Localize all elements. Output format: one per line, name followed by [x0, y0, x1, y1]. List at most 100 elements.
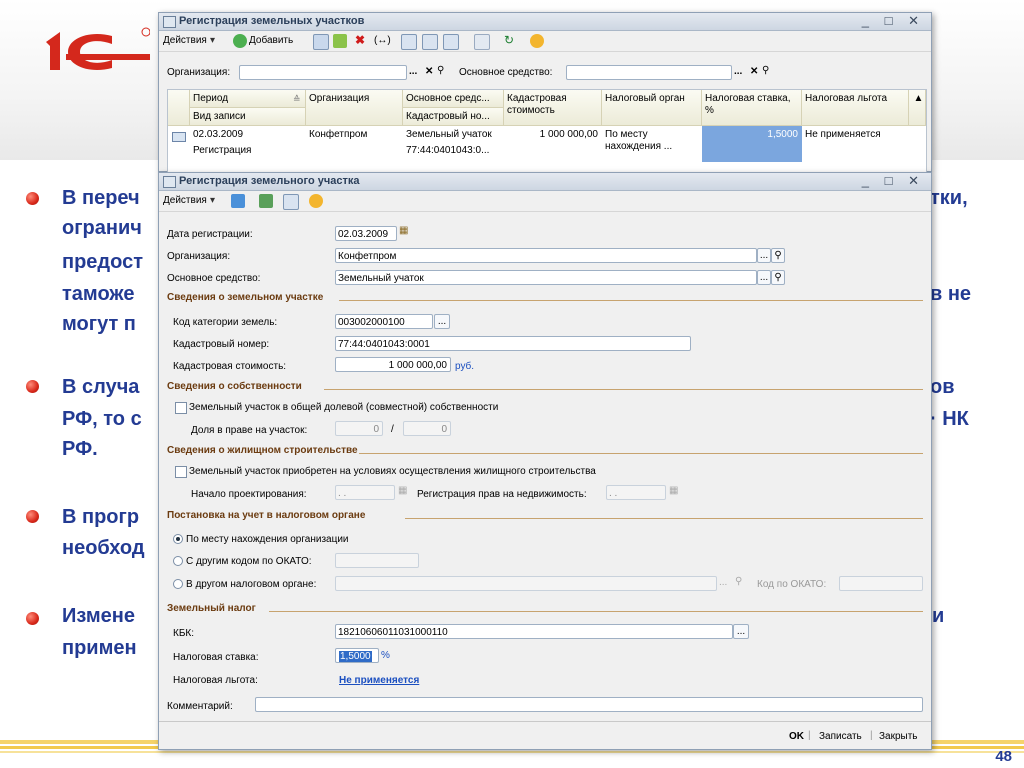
clear-filter-icon[interactable]	[474, 34, 490, 50]
asset-filter-clear-icon[interactable]: ✕	[750, 66, 758, 77]
actions-chevron-icon[interactable]: ▾	[210, 35, 215, 46]
radio-other-okato[interactable]	[173, 556, 183, 566]
col-cadastral-value[interactable]: Кадастровая стоимость	[504, 90, 602, 126]
history-icon[interactable]: (↔)	[374, 35, 391, 46]
col-period[interactable]: Период	[190, 90, 306, 108]
other-authority-search-icon[interactable]: ⚲	[735, 576, 742, 587]
tax-relief-link[interactable]: Не применяется	[339, 675, 419, 686]
col-cadastral-no[interactable]: Кадастровый но...	[403, 108, 504, 126]
cell-period[interactable]: 02.03.2009	[193, 129, 243, 140]
org-input[interactable]: Конфетпром	[335, 248, 757, 263]
cadastral-no-input[interactable]: 77:44:0401043:0001	[335, 336, 691, 351]
cell-asset[interactable]: Земельный учаток	[406, 129, 503, 140]
col-tax-rate[interactable]: Налоговая ставка, %	[702, 90, 802, 126]
add-icon[interactable]	[233, 34, 247, 48]
asset-select-button[interactable]: ...	[757, 270, 771, 285]
copy-icon[interactable]	[313, 34, 329, 50]
add-button[interactable]: Добавить	[249, 35, 293, 46]
filter-list-icon[interactable]	[443, 34, 459, 50]
window-controls[interactable]: _ □ ✕	[862, 13, 925, 29]
comment-input[interactable]	[255, 697, 923, 712]
col-org[interactable]: Организация	[306, 90, 403, 126]
cell-cadastral-no[interactable]: 77:44:0401043:0...	[406, 145, 503, 156]
land-category-select-button[interactable]: ...	[434, 314, 450, 329]
form-actions-menu[interactable]: Действия	[163, 195, 207, 206]
other-authority-input[interactable]	[335, 576, 717, 591]
help-icon[interactable]	[530, 34, 544, 48]
filter-icon[interactable]	[401, 34, 417, 50]
refresh-icon[interactable]: ↻	[504, 33, 514, 47]
filter-value-icon[interactable]	[422, 34, 438, 50]
col-asset[interactable]: Основное средс...	[403, 90, 504, 108]
scroll-up-icon[interactable]: ▲	[909, 90, 926, 126]
org-filter-search-icon[interactable]: ⚲	[437, 65, 444, 76]
land-category-input[interactable]: 003002000100	[335, 314, 433, 329]
asset-filter-select-button[interactable]: ...	[734, 66, 742, 77]
form-window: Регистрация земельного участка _ □ ✕ Дей…	[158, 172, 932, 750]
reg-date-input[interactable]: 02.03.2009	[335, 226, 397, 241]
form-actions-chevron-icon[interactable]: ▾	[210, 195, 215, 206]
other-authority-select-button[interactable]: ...	[719, 577, 727, 588]
col-kind[interactable]: Вид записи	[190, 108, 306, 126]
ownership-section-title: Сведения о собственности	[167, 381, 302, 392]
org-select-button[interactable]: ...	[757, 248, 771, 263]
kbk-input[interactable]: 18210606011031000110	[335, 624, 733, 639]
org-filter-select-button[interactable]: ...	[409, 66, 417, 77]
cell-org[interactable]: Конфетпром	[309, 129, 367, 140]
org-filter-input[interactable]	[239, 65, 407, 80]
ok-button[interactable]: OK	[789, 731, 804, 742]
section-divider	[339, 300, 923, 301]
land-category-label: Код категории земель:	[173, 317, 278, 328]
shared-ownership-checkbox[interactable]	[175, 402, 187, 414]
window-controls[interactable]: _ □ ✕	[862, 173, 925, 189]
sort-icon[interactable]: ≙	[293, 94, 301, 105]
asset-input[interactable]: Земельный учаток	[335, 270, 757, 285]
okato-label: Код по ОКАТО:	[757, 579, 827, 590]
cadastral-value-input[interactable]: 1 000 000,00	[335, 357, 451, 372]
help-icon[interactable]	[309, 194, 323, 208]
radio-by-location[interactable]	[173, 534, 183, 544]
cell-kind[interactable]: Регистрация	[193, 145, 251, 156]
tax-rate-label: Налоговая ставка:	[173, 652, 259, 663]
kbk-label: КБК:	[173, 628, 194, 639]
cell-tax-rate[interactable]: 1,5000	[702, 126, 802, 162]
tax-rate-input[interactable]: 1,5000	[335, 648, 379, 663]
radio-other-authority[interactable]	[173, 579, 183, 589]
cell-tax-authority[interactable]: По месту нахождения ...	[605, 129, 697, 153]
org-search-icon[interactable]: ⚲	[771, 248, 785, 263]
calendar-icon[interactable]: ▦	[399, 225, 408, 236]
housing-checkbox[interactable]	[175, 466, 187, 478]
asset-filter-search-icon[interactable]: ⚲	[762, 65, 769, 76]
delete-icon[interactable]: ✖	[355, 33, 365, 47]
actions-menu[interactable]: Действия	[163, 35, 207, 46]
housing-section-title: Сведения о жилищном строительстве	[167, 445, 358, 456]
other-okato-input[interactable]	[335, 553, 419, 568]
col-tax-relief[interactable]: Налоговая льгота	[802, 90, 909, 126]
edit-icon[interactable]	[333, 34, 347, 48]
col-tax-authority[interactable]: Налоговый орган	[602, 90, 702, 126]
save-button[interactable]: Записать	[819, 731, 862, 742]
cell-tax-relief[interactable]: Не применяется	[805, 129, 881, 140]
kbk-select-button[interactable]: ...	[733, 624, 749, 639]
asset-filter-input[interactable]	[566, 65, 732, 80]
rights-reg-calendar-icon[interactable]: ▦	[669, 485, 678, 496]
structure-icon[interactable]	[259, 194, 273, 208]
design-start-calendar-icon[interactable]: ▦	[398, 485, 407, 496]
rights-reg-input[interactable]: . .	[606, 485, 666, 500]
reg-date-label: Дата регистрации:	[167, 229, 253, 240]
okato-input[interactable]	[839, 576, 923, 591]
bullet-1	[26, 192, 39, 205]
asset-search-icon[interactable]: ⚲	[771, 270, 785, 285]
share-denominator-input[interactable]: 0	[403, 421, 451, 436]
close-button[interactable]: Закрыть	[879, 731, 918, 742]
org-filter-clear-icon[interactable]: ✕	[425, 66, 433, 77]
post-icon[interactable]	[231, 194, 245, 208]
share-numerator-input[interactable]: 0	[335, 421, 383, 436]
org-filter-label: Организация:	[167, 67, 231, 78]
slide-text-1-4: таможе	[62, 283, 135, 305]
print-icon[interactable]	[283, 194, 299, 210]
bullet-4	[26, 612, 39, 625]
cell-cadastral-value[interactable]: 1 000 000,00	[504, 129, 598, 140]
slide-text-1-5: могут п	[62, 313, 136, 335]
design-start-input[interactable]: . .	[335, 485, 395, 500]
